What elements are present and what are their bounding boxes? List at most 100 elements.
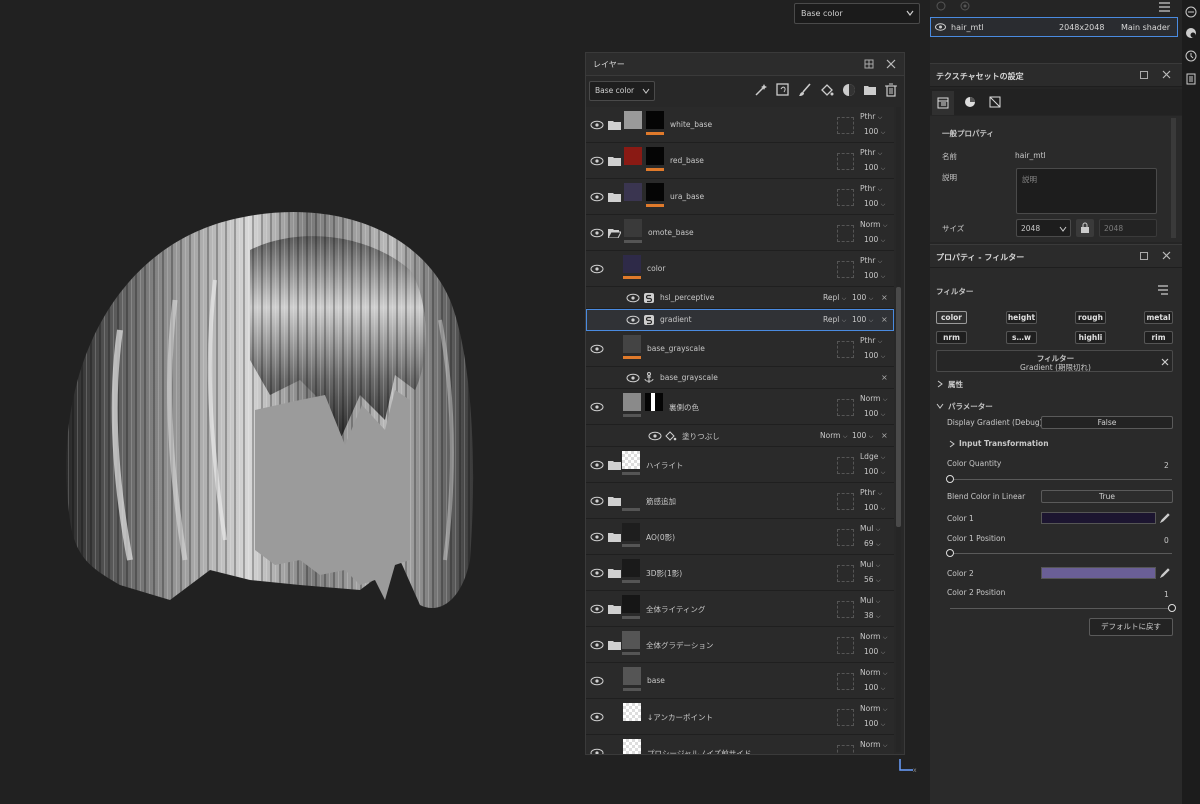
folder-icon[interactable] [608,156,621,166]
opacity-field[interactable]: 56 ⌵ [864,575,881,585]
channel-chip[interactable]: highli [1075,331,1106,344]
blend-mode-select[interactable]: Mul ⌵ [860,524,880,534]
display-gradient-toggle[interactable]: False [1041,416,1173,429]
layer-mask-slot[interactable] [837,565,854,582]
eye-icon[interactable] [626,315,640,325]
parameters-section[interactable]: パラメーター [948,401,993,412]
color1-swatch[interactable] [1041,512,1156,524]
color1-position-slider-knob[interactable] [946,549,954,557]
layer-thumbnail[interactable] [624,183,642,201]
layer-mask-slot[interactable] [837,189,854,206]
tab-general[interactable] [932,91,954,115]
eye-icon[interactable] [626,373,640,383]
layer-thumbnail[interactable] [622,523,640,541]
layer-mask-slot[interactable] [837,261,854,278]
effects-icon[interactable] [842,83,856,97]
layer-thumbnail[interactable] [624,147,642,165]
opacity-field[interactable]: 100 ⌵ [864,719,885,729]
layer-row[interactable]: 全体ライティング Mul ⌵ 38 ⌵ [586,591,894,627]
eyedropper-icon[interactable] [1160,513,1170,523]
channel-chip[interactable]: color [936,311,967,324]
opacity-field[interactable]: 100 ⌵ [864,503,885,513]
layer-row[interactable]: ↓アンカーポイント Norm ⌵ 100 ⌵ [586,699,894,735]
blend-mode-select[interactable]: Mul ⌵ [860,596,880,606]
blend-mode-select[interactable]: Pthr ⌵ [860,112,882,122]
eye-icon[interactable] [590,496,604,506]
settings-scrollbar[interactable] [1171,118,1176,238]
layer-mask-slot[interactable] [837,745,854,754]
channel-chip[interactable]: rim [1144,331,1173,344]
eye-icon[interactable] [590,192,604,202]
tab-uv-icon[interactable] [989,96,1001,108]
layer-row[interactable]: red_base Pthr ⌵ 100 ⌵ [586,143,894,179]
blend-mode-select[interactable]: Pthr ⌵ [860,256,882,266]
opacity-field[interactable]: 100 ⌵ [864,163,885,173]
close-icon[interactable] [1162,251,1171,260]
layer-thumbnail[interactable] [623,335,641,353]
eye-icon[interactable] [590,712,604,722]
eye-icon[interactable] [648,431,662,441]
folder-icon[interactable] [608,120,621,130]
lock-button[interactable] [1076,219,1094,237]
description-textarea[interactable]: 説明 [1016,168,1157,214]
delete-icon[interactable] [884,83,898,97]
eye-icon[interactable] [590,120,604,130]
layer-thumbnail[interactable] [623,393,641,411]
size-select[interactable]: 2048 [1016,219,1071,237]
eye-icon[interactable] [590,460,604,470]
opacity-field[interactable]: 100 ⌵ [864,467,885,477]
layer-mask-slot[interactable] [837,399,854,416]
close-icon[interactable] [886,59,896,69]
float-panel-icon[interactable] [864,59,874,69]
channel-chip[interactable]: rough [1075,311,1106,324]
remove-effect-icon[interactable]: × [881,373,888,382]
layer-mask-slot[interactable] [837,117,854,134]
layer-mask-slot[interactable] [837,637,854,654]
eye-icon[interactable] [590,344,604,354]
opacity-field[interactable]: 100 ⌵ [852,293,873,303]
layer-row[interactable]: 裏側の色 Norm ⌵ 100 ⌵ [586,389,894,425]
chevron-right-icon[interactable] [937,380,943,388]
opacity-field[interactable]: 100 ⌵ [864,199,885,209]
color-quantity-slider-knob[interactable] [946,475,954,483]
folder-icon[interactable] [608,532,621,542]
layer-channel-select[interactable]: Base color [589,81,655,101]
chevron-down-icon[interactable] [936,403,944,409]
layer-thumbnail[interactable] [622,559,640,577]
eye-icon[interactable] [590,156,604,166]
color2-position-slider[interactable] [950,608,1172,609]
layer-mask-slot[interactable] [837,225,854,242]
blend-mode-select[interactable]: Norm ⌵ [820,431,847,441]
opacity-field[interactable]: 100 ⌵ [852,315,873,325]
brush-icon[interactable] [798,83,812,97]
layer-mask-slot[interactable] [837,493,854,510]
blend-mode-select[interactable]: Mul ⌵ [860,560,880,570]
layer-mask-slot[interactable] [837,673,854,690]
layer-mask-thumbnail[interactable] [646,147,664,165]
channel-chip[interactable]: metal [1144,311,1173,324]
blend-mode-select[interactable]: Norm ⌵ [860,740,887,750]
filter-layer-row[interactable]: hsl_perceptive Repl ⌵ 100 ⌵ × [586,287,894,309]
blend-mode-select[interactable]: Pthr ⌵ [860,336,882,346]
layer-mask-slot[interactable] [837,529,854,546]
opacity-field[interactable]: 69 ⌵ [864,539,881,549]
layer-thumbnail[interactable] [623,703,641,721]
remove-effect-icon[interactable]: × [881,431,888,440]
blend-mode-select[interactable]: Ldge ⌵ [860,452,885,462]
input-transformation-section[interactable]: Input Transformation [959,439,1049,448]
channel-chip[interactable]: nrm [936,331,967,344]
chevron-right-icon[interactable] [949,440,955,448]
blend-mode-select[interactable]: Pthr ⌵ [860,488,882,498]
eye-icon[interactable] [590,402,604,412]
texture-set-menu-icon[interactable] [1158,2,1172,12]
blend-mode-select[interactable]: Repl ⌵ [823,293,846,303]
eye-icon[interactable] [590,748,604,754]
eye-icon[interactable] [626,293,640,303]
viewport-channel-select[interactable]: Base color [794,3,920,24]
layer-thumbnail[interactable] [623,667,641,685]
layer-thumbnail[interactable] [622,595,640,613]
blend-mode-select[interactable]: Pthr ⌵ [860,148,882,158]
eye-icon[interactable] [935,23,946,31]
layer-row[interactable]: 3D影(1影) Mul ⌵ 56 ⌵ [586,555,894,591]
layer-thumbnail[interactable] [622,487,640,505]
